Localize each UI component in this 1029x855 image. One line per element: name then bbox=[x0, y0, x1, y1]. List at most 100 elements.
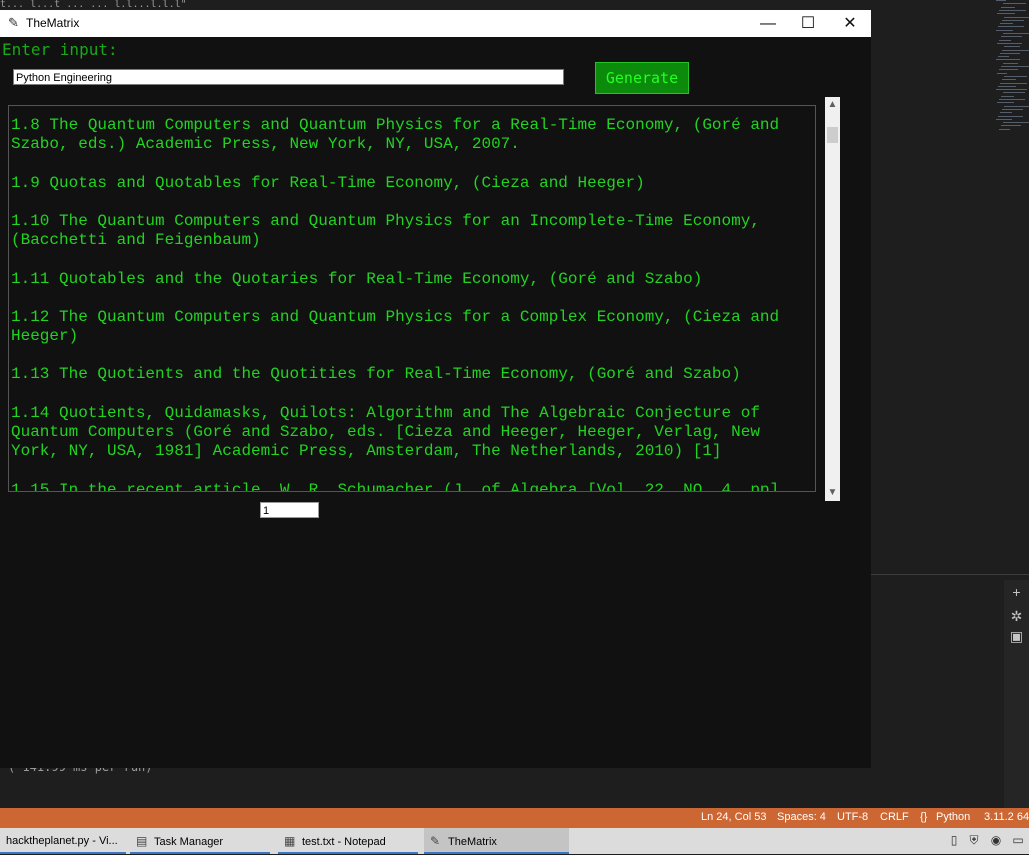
taskbar-item-label: hacktheplanet.py - Vi... bbox=[6, 835, 118, 847]
minimap-line bbox=[999, 69, 1018, 71]
minimap-line bbox=[997, 102, 1014, 104]
output-line: 1.8 The Quantum Computers and Quantum Ph… bbox=[11, 116, 780, 134]
add-terminal-icon[interactable]: + bbox=[1004, 582, 1029, 602]
braces-icon: {} bbox=[920, 811, 928, 823]
output-line: 1.14 Quotients, Quidamasks, Quilots: Alg… bbox=[11, 403, 760, 422]
minimap-line bbox=[1002, 19, 1024, 21]
minimap-line bbox=[997, 42, 1022, 44]
minimap-line bbox=[998, 56, 1009, 58]
network-icon[interactable]: ▭ bbox=[1011, 833, 1025, 847]
maximize-button[interactable]: ☐ bbox=[785, 10, 831, 37]
system-tray: ▯ ⛨ ◉ ▭ bbox=[945, 828, 1029, 854]
output-scrollbar[interactable]: ▲ ▼ bbox=[825, 97, 840, 501]
output-line: 1.13 The Quotients and the Quotities for… bbox=[11, 365, 741, 384]
minimap-line bbox=[996, 0, 1006, 1]
page-number-input[interactable]: 1 bbox=[260, 502, 319, 518]
task-manager-icon: ▤ bbox=[136, 834, 148, 848]
minimap-line bbox=[1000, 23, 1013, 25]
minimap-line bbox=[997, 13, 1015, 15]
minimap-line bbox=[996, 59, 1020, 61]
output-line: (Bacchetti and Feigenbaum) bbox=[11, 231, 261, 250]
indent-setting[interactable]: Spaces: 4 bbox=[777, 811, 826, 823]
minimap-line bbox=[1004, 105, 1029, 107]
taskbar-item-task-manager[interactable]: ▤ Task Manager bbox=[130, 828, 270, 854]
minimap-line bbox=[999, 39, 1011, 41]
minimap-line bbox=[999, 128, 1010, 130]
minimap-line bbox=[1001, 6, 1015, 8]
minimap-line bbox=[1001, 125, 1021, 127]
output-line: 1.15 In the recent article, W. R. Schuma… bbox=[11, 480, 780, 492]
taskbar-item-thematrix[interactable]: ✎ TheMatrix bbox=[424, 828, 569, 854]
minimap-line bbox=[998, 115, 1023, 117]
minimap-line bbox=[1000, 52, 1020, 54]
minimap-line bbox=[996, 29, 1013, 31]
generate-button[interactable]: Generate bbox=[595, 62, 689, 94]
minimap-line bbox=[1003, 122, 1029, 124]
minimap-line bbox=[998, 26, 1024, 28]
debug-icon[interactable]: ✲ bbox=[1004, 606, 1029, 626]
minimap-line bbox=[1004, 46, 1020, 48]
editor-minimap[interactable] bbox=[996, 0, 1029, 140]
output-line: Quantum Computers (Goré and Szabo, eds. … bbox=[11, 423, 760, 441]
scroll-down-icon[interactable]: ▼ bbox=[825, 485, 840, 501]
matrix-window: ✎ TheMatrix — ☐ ✕ Enter input: Python En… bbox=[0, 10, 871, 768]
notepad-icon: ▦ bbox=[284, 834, 296, 848]
output-line: 1.11 Quotables and the Quotaries for Rea… bbox=[11, 269, 703, 288]
output-text-area[interactable]: 1.8 The Quantum Computers and Quantum Ph… bbox=[8, 105, 816, 492]
taskbar-item-notepad[interactable]: ▦ test.txt - Notepad bbox=[278, 828, 418, 854]
cursor-position[interactable]: Ln 24, Col 53 bbox=[701, 811, 766, 823]
minimap-line bbox=[996, 89, 1027, 91]
terminal-icon[interactable]: ▣ bbox=[1004, 626, 1029, 646]
minimap-line bbox=[1004, 16, 1029, 18]
encoding-setting[interactable]: UTF-8 bbox=[837, 811, 868, 823]
close-button[interactable]: ✕ bbox=[827, 10, 873, 37]
minimap-line bbox=[1002, 49, 1029, 51]
prompt-input[interactable]: Python Engineering bbox=[13, 69, 564, 85]
minimap-line bbox=[996, 118, 1012, 120]
minimap-line bbox=[1003, 3, 1026, 5]
minimap-line bbox=[1000, 112, 1012, 114]
feather-icon: ✎ bbox=[430, 834, 441, 848]
minimap-line bbox=[1000, 82, 1027, 84]
minimap-line bbox=[1001, 36, 1022, 38]
prompt-label: Enter input: bbox=[2, 40, 118, 59]
minimap-line bbox=[1003, 62, 1018, 64]
background-code-line: t... l...t ... ... l.l...l.l.l" bbox=[0, 0, 1029, 10]
minimap-line bbox=[1004, 75, 1027, 77]
scroll-up-icon[interactable]: ▲ bbox=[825, 97, 840, 113]
minimap-line bbox=[1003, 92, 1025, 94]
minimap-line bbox=[999, 99, 1025, 100]
minimap-line bbox=[1003, 33, 1029, 34]
minimap-line bbox=[1002, 108, 1023, 110]
editor-statusbar: Ln 24, Col 53 Spaces: 4 UTF-8 CRLF {} Py… bbox=[0, 808, 1029, 828]
output-line: York, NY, USA, 1981] Academic Press, Ams… bbox=[11, 442, 722, 461]
panel-border bbox=[871, 574, 1029, 575]
window-title: TheMatrix bbox=[26, 16, 80, 30]
scroll-thumb[interactable] bbox=[827, 127, 838, 143]
minimap-line bbox=[999, 9, 1026, 11]
taskbar-item-label: test.txt - Notepad bbox=[302, 836, 386, 848]
minimap-line bbox=[1001, 66, 1029, 67]
language-mode[interactable]: Python bbox=[936, 811, 970, 823]
eol-setting[interactable]: CRLF bbox=[880, 811, 909, 823]
nvidia-icon[interactable]: ◉ bbox=[989, 833, 1003, 847]
output-line: 1.10 The Quantum Computers and Quantum P… bbox=[11, 211, 760, 230]
taskbar-item-vscode[interactable]: hacktheplanet.py - Vi... bbox=[0, 828, 126, 854]
minimap-line bbox=[1002, 79, 1016, 81]
output-line: 1.9 Quotas and Quotables for Real-Time E… bbox=[11, 173, 645, 192]
security-icon[interactable]: ⛨ bbox=[967, 833, 981, 848]
output-lines: 1.8 The Quantum Computers and Quantum Ph… bbox=[11, 116, 815, 492]
window-titlebar[interactable]: ✎ TheMatrix — ☐ ✕ bbox=[0, 10, 871, 37]
taskbar-item-label: Task Manager bbox=[154, 836, 224, 848]
minimap-line bbox=[997, 72, 1007, 74]
minimap-line bbox=[998, 85, 1016, 87]
output-line: Heeger) bbox=[11, 327, 79, 346]
tablet-icon[interactable]: ▯ bbox=[947, 833, 961, 847]
interpreter-version[interactable]: 3.11.2 64-bit bbox=[984, 811, 1029, 823]
output-line: Szabo, eds.) Academic Press, New York, N… bbox=[11, 135, 520, 154]
